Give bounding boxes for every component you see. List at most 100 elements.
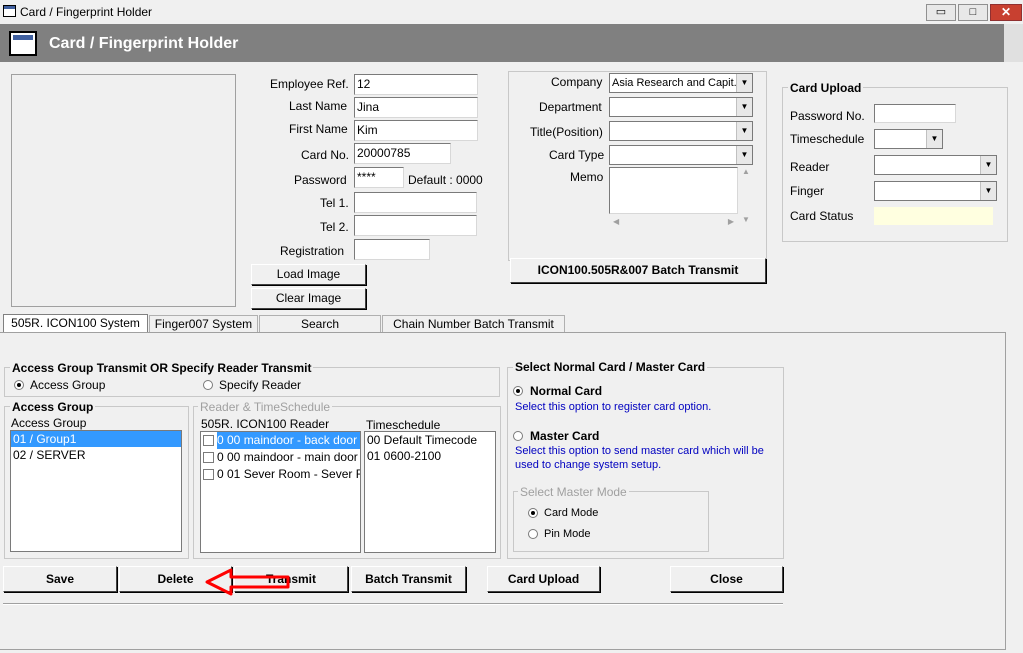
reader-item-label: 0 00 maindoor - main door [217,450,358,464]
department-label: Department [539,100,602,114]
close-window-button[interactable]: ✕ [990,4,1022,21]
tel1-label: Tel 1. [320,196,349,210]
clear-image-button[interactable]: Clear Image [251,288,366,309]
reader-item-label: 0 01 Sever Room - Sever Room [217,467,360,481]
right-border [1004,24,1023,62]
chevron-down-icon: ▼ [736,74,752,92]
tab-finger007[interactable]: Finger007 System [149,315,258,333]
upload-password-label: Password No. [790,109,865,123]
master-card-desc-2: used to change system setup. [515,459,662,471]
access-group-header: Access Group [11,416,87,430]
password-default-text: Default : 0000 [408,173,483,187]
access-group-radio[interactable] [14,380,24,390]
maximize-button[interactable]: □ [958,4,988,21]
master-card-label: Master Card [530,429,600,443]
reader-item[interactable]: 0 01 Sever Room - Sever Room [201,466,360,483]
department-select[interactable]: ▼ [609,97,753,117]
annotation-arrow-icon [205,568,290,596]
upload-timeschedule-select[interactable]: ▼ [874,129,943,149]
title-position-select[interactable]: ▼ [609,121,753,141]
chevron-down-icon: ▼ [980,182,996,200]
card-no-input[interactable]: 20000785 [354,143,451,164]
reader-item-label: 0 00 maindoor - back door [217,433,358,447]
tab-search[interactable]: Search [259,315,381,333]
master-card-desc-1: Select this option to send master card w… [515,445,764,457]
batch-transmit-button[interactable]: Batch Transmit [351,566,466,592]
upload-password-input[interactable] [874,104,956,123]
company-select[interactable]: Asia Research and Capit... ▼ [609,73,753,93]
card-kind-title: Select Normal Card / Master Card [513,360,708,374]
minimize-button[interactable]: ▭ [926,4,956,21]
reader-checkbox[interactable] [203,452,214,463]
chevron-down-icon: ▼ [736,122,752,140]
load-image-button[interactable]: Load Image [251,264,366,285]
tab-chain-number-batch[interactable]: Chain Number Batch Transmit [382,315,565,333]
card-upload-title: Card Upload [788,81,864,95]
memo-textarea[interactable] [609,167,738,214]
specify-reader-radio[interactable] [203,380,213,390]
icon100-batch-transmit-button[interactable]: ICON100.505R&007 Batch Transmit [510,258,766,283]
card-mode-radio[interactable] [528,508,538,518]
reader-header: 505R. ICON100 Reader [201,417,330,431]
reader-item[interactable]: 0 00 maindoor - back door [201,432,360,449]
master-card-radio[interactable] [513,431,523,441]
pin-mode-label: Pin Mode [544,528,591,540]
list-item[interactable]: 01 0600-2100 [365,448,495,464]
reader-item[interactable]: 0 00 maindoor - main door [201,449,360,466]
form-header: Card / Fingerprint Holder [0,24,1004,62]
card-upload-button[interactable]: Card Upload [487,566,600,592]
normal-card-label: Normal Card [530,384,603,398]
tab-505r-icon100[interactable]: 505R. ICON100 System [3,314,148,333]
card-no-label: Card No. [301,148,350,162]
timeschedule-list[interactable]: 00 Default Timecode 01 0600-2100 [364,431,496,553]
reader-list[interactable]: 0 00 maindoor - back door 0 00 maindoor … [200,431,361,553]
registration-label: Registration [280,244,345,258]
bottom-divider [3,603,783,605]
registration-input[interactable] [354,239,430,260]
pin-mode-radio[interactable] [528,529,538,539]
memo-hscrollbar[interactable]: ◀ ▶ [609,216,738,228]
reader-checkbox[interactable] [203,435,214,446]
access-group-title: Access Group [10,400,96,414]
access-group-list[interactable]: 01 / Group1 02 / SERVER [10,430,182,552]
tel2-label: Tel 2. [320,220,349,234]
employee-ref-input[interactable]: 12 [354,74,478,95]
upload-finger-label: Finger [790,184,825,198]
memo-scrollbar[interactable]: ▲ ▼ [740,167,752,228]
list-item[interactable]: 00 Default Timecode [365,432,495,448]
chevron-down-icon: ▼ [736,98,752,116]
tel2-input[interactable] [354,215,477,236]
reader-timeschedule-title: Reader & TimeSchedule [198,400,333,414]
upload-reader-select[interactable]: ▼ [874,155,997,175]
normal-card-radio[interactable] [513,386,523,396]
list-item[interactable]: 01 / Group1 [11,431,181,447]
access-group-radio-label: Access Group [30,378,106,392]
form-icon [9,31,37,56]
specify-reader-radio-label: Specify Reader [219,378,302,392]
password-input[interactable]: **** [354,167,404,188]
close-button[interactable]: Close [670,566,783,592]
chevron-down-icon: ▼ [926,130,942,148]
save-button[interactable]: Save [3,566,117,592]
window-title: Card / Fingerprint Holder [20,5,153,19]
tel1-input[interactable] [354,192,477,213]
title-position-label: Title(Position) [530,125,603,139]
photo-box [11,74,236,307]
normal-card-desc: Select this option to register card opti… [515,401,712,413]
card-mode-label: Card Mode [544,507,599,519]
last-name-label: Last Name [289,99,348,113]
transmit-mode-title: Access Group Transmit OR Specify Reader … [10,361,314,375]
master-mode-title: Select Master Mode [518,485,629,499]
upload-timeschedule-label: Timeschedule [790,132,865,146]
first-name-input[interactable]: Kim [354,120,478,141]
card-type-label: Card Type [549,148,605,162]
upload-status-field [874,207,993,225]
upload-finger-select[interactable]: ▼ [874,181,997,201]
master-mode-group [513,491,709,552]
chevron-down-icon: ▼ [980,156,996,174]
reader-checkbox[interactable] [203,469,214,480]
list-item[interactable]: 02 / SERVER [11,447,181,463]
last-name-input[interactable]: Jina [354,97,478,118]
card-type-select[interactable]: ▼ [609,145,753,165]
employee-ref-label: Employee Ref. [270,77,349,91]
